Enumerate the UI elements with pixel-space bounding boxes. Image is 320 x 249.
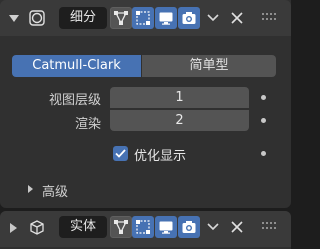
collapse-triangle-icon[interactable] [9, 15, 19, 22]
subdivision-modifier-icon [27, 8, 47, 28]
viewport-display-toggle[interactable] [155, 7, 177, 29]
keyframe-dot-icon[interactable] [261, 118, 266, 123]
edit-mode-icon [136, 11, 150, 25]
edit-cage-icon [114, 220, 128, 234]
edit-cage-toggle[interactable] [110, 7, 132, 29]
monitor-icon [159, 12, 173, 25]
edit-cage-toggle[interactable] [110, 216, 132, 238]
solidify-modifier-icon [27, 217, 47, 237]
chevron-down-icon [207, 14, 219, 22]
monitor-icon [159, 221, 173, 234]
optimal-display-label[interactable]: 优化显示 [134, 145, 186, 164]
chevron-down-icon [207, 223, 219, 231]
modifier-panel-subdivision: 细分 Catmull-Clark 简单型 视图层级 1 渲染 2 优化显示 高级 [0, 0, 291, 208]
keyframe-dot-icon[interactable] [261, 95, 266, 100]
expand-triangle-icon[interactable] [10, 223, 17, 233]
modifier-header: 细分 [0, 0, 291, 36]
edit-mode-toggle[interactable] [132, 7, 154, 29]
edit-mode-icon [136, 220, 150, 234]
keyframe-dot-icon[interactable] [261, 151, 266, 156]
render-toggle[interactable] [178, 216, 200, 238]
dropdown-menu-button[interactable] [203, 216, 223, 238]
remove-modifier-button[interactable] [227, 7, 247, 29]
modifier-header: 实体 [0, 211, 291, 247]
modifier-panel-solidify: 实体 [0, 211, 291, 249]
camera-icon [182, 12, 196, 24]
edit-mode-toggle[interactable] [132, 216, 154, 238]
advanced-subpanel-label[interactable]: 高级 [42, 181, 68, 200]
advanced-expand-triangle-icon[interactable] [28, 185, 33, 193]
checkmark-icon [115, 149, 126, 158]
close-icon [231, 12, 243, 24]
optimal-display-checkbox[interactable] [113, 146, 128, 161]
mode-simple[interactable]: 简单型 [142, 55, 276, 77]
render-levels-label: 渲染 [74, 117, 101, 132]
mode-catmull-clark[interactable]: Catmull-Clark [12, 55, 141, 77]
render-levels-field[interactable]: 2 [110, 110, 249, 131]
dropdown-menu-button[interactable] [203, 7, 223, 29]
viewport-display-toggle[interactable] [155, 216, 177, 238]
close-icon [231, 221, 243, 233]
edit-cage-icon [114, 11, 128, 25]
render-toggle[interactable] [178, 7, 200, 29]
camera-icon [182, 221, 196, 233]
drag-handle-icon[interactable] [262, 222, 278, 232]
modifier-name-field[interactable]: 实体 [59, 216, 107, 238]
viewport-levels-field[interactable]: 1 [110, 87, 249, 108]
modifier-name-field[interactable]: 细分 [59, 7, 107, 29]
remove-modifier-button[interactable] [227, 216, 247, 238]
viewport-levels-label: 视图层级 [48, 93, 101, 108]
drag-handle-icon[interactable] [262, 13, 278, 23]
